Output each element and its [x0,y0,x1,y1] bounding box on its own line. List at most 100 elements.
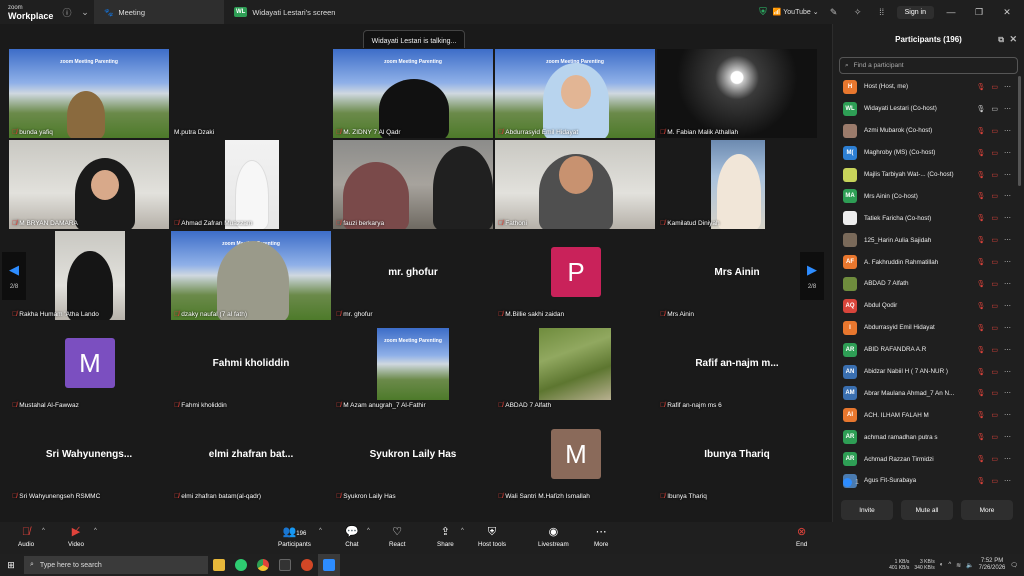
camera-off-icon[interactable]: ▭ [991,127,998,135]
video-tile[interactable]: mr. ghofur 🎙̸ mr. ghofur [332,230,494,321]
more-dots-icon[interactable]: ⋯ [1004,368,1011,376]
video-button[interactable]: ▶̸ Video [68,525,84,548]
mic-muted-icon[interactable]: 🎙 [976,389,985,397]
mic-muted-icon[interactable]: 🎙 [976,411,985,419]
video-tile[interactable]: 🎙̸ fauzi berkarya [332,139,494,230]
whatsapp-icon[interactable] [230,554,252,576]
video-tile[interactable]: Sri Wahyunengs... 🎙̸ Sri Wahyunengseh RSM… [8,412,170,503]
video-tile[interactable]: Rafif an-najm m... 🎙̸ Rafif an-najm ms 6 [656,321,818,412]
video-tile[interactable]: zoom Meeting Parenting 🎙̸ bunda yafiq [8,48,170,139]
participant-row[interactable]: AR Achmad Razzan Tirmidzi 🎙 ▭ ⋯ [833,448,1024,470]
more-dots-icon[interactable]: ⋯ [1004,455,1011,463]
livestream-button[interactable]: ◉ Livestream [538,525,569,548]
participant-row[interactable]: ABDAD 7 Alfath 🎙 ▭ ⋯ [833,273,1024,295]
youtube-menu[interactable]: 📶 YouTube ⌄ [773,8,819,16]
mic-muted-icon[interactable]: 🎙 [976,433,985,441]
camera-off-icon[interactable]: ▭ [991,214,998,222]
camera-off-icon[interactable]: ▭ [991,280,998,288]
more-toolbar-button[interactable]: ⋯ More [594,525,608,548]
chevron-down-icon[interactable]: ⌄ [76,3,94,21]
more-dots-icon[interactable]: ⋯ [1004,83,1011,91]
chat-button[interactable]: 💬 Chat [345,525,359,548]
participant-row[interactable]: AR achmad ramadhan putra s 🎙 ▭ ⋯ [833,426,1024,448]
more-dots-icon[interactable]: ⋯ [1004,433,1011,441]
camera-off-icon[interactable]: ▭ [991,346,998,354]
wand-icon[interactable]: ✎ [825,3,843,21]
more-dots-icon[interactable]: ⋯ [1004,258,1011,266]
mic-muted-icon[interactable]: 🎙 [976,149,985,157]
participants-button[interactable]: 👥196 Participants [278,525,311,548]
camera-off-icon[interactable]: ▭ [991,258,998,266]
video-tile[interactable]: 🎙̸ Ahmad Zafran Muazzam [170,139,332,230]
restore-icon[interactable]: ❐ [968,7,990,18]
camera-off-icon[interactable]: ▭ [991,302,998,310]
video-tile[interactable]: 🎙̸ ABDAD 7 Alfath [494,321,656,412]
participant-row[interactable]: AF A. Fakhruddin Rahmatillah 🎙 ▭ ⋯ [833,251,1024,273]
zoom-taskbar-icon[interactable] [318,554,340,576]
more-dots-icon[interactable]: ⋯ [1004,171,1011,179]
video-tile[interactable]: P 🎙̸ M.Billie sakhi zaidan [494,230,656,321]
more-dots-icon[interactable]: ⋯ [1004,280,1011,288]
next-page-button[interactable]: ▶ 2/8 [800,252,824,300]
video-tile[interactable]: 🎙̸ M. Fabian Malik Athallah [656,48,818,139]
video-tile[interactable]: 🎙̸ Fathoni [494,139,656,230]
video-tile[interactable]: zoom Meeting Parenting 🎙̸ Abdurrasyid Emi… [494,48,656,139]
participant-row[interactable]: Majlis Tarbiyah Wat-... (Co-host) 🎙 ▭ ⋯ [833,164,1024,186]
mic-muted-icon[interactable]: 🎙 [976,324,985,332]
participant-search-input[interactable]: ⌕ Find a participant [839,57,1018,74]
audio-options-caret[interactable]: ^ [42,528,45,534]
camera-off-icon[interactable]: ▭ [991,455,998,463]
mic-muted-icon[interactable]: 🎙 [976,346,985,354]
info-icon[interactable]: ⓘ [58,3,76,21]
camera-off-icon[interactable]: ▭ [991,477,998,485]
mic-icon[interactable]: 🎙 [976,105,985,113]
notifications-icon[interactable]: 🗨 [1010,562,1018,569]
video-tile[interactable]: elmi zhafran bat... 🎙̸ elmi zhafran batam… [170,412,332,503]
participant-row[interactable]: I Abdurrasyid Emil Hidayat 🎙 ▭ ⋯ [833,317,1024,339]
mic-muted-icon[interactable]: 🎙 [976,214,985,222]
video-tile[interactable]: 🎙̸ M BRYAN DAMARA [8,139,170,230]
more-dots-icon[interactable]: ⋯ [1004,192,1011,200]
video-tile[interactable]: Ibunya Thariq 🎙̸ Ibunya Thariq [656,412,818,503]
participant-row[interactable]: Agus Fit-Surabaya 🎙 ▭ ⋯ [833,470,1024,492]
volume-icon[interactable]: 🔈 [966,562,973,569]
participant-row[interactable]: Tatiek Faricha (Co-host) 🎙 ▭ ⋯ [833,207,1024,229]
invite-button[interactable]: Invite [841,500,893,520]
host-tools-button[interactable]: ⛨ Host tools [478,525,506,548]
mic-muted-icon[interactable]: 🎙 [976,368,985,376]
video-tile[interactable]: 🎙̸ Kamilatud Diniyah [656,139,818,230]
participant-row[interactable]: AQ Abdul Qodir 🎙 ▭ ⋯ [833,295,1024,317]
camera-off-icon[interactable]: ▭ [991,192,998,200]
participant-row[interactable]: H Host (Host, me) 🎙 ▭ ⋯ [833,76,1024,98]
chat-caret[interactable]: ^ [367,528,370,534]
previous-page-button[interactable]: ◀ 2/8 [2,252,26,300]
close-panel-icon[interactable]: ✕ [1009,34,1017,45]
camera-off-icon[interactable]: ▭ [991,83,998,91]
participant-row[interactable]: AI ACH. ILHAM FALAH M 🎙 ▭ ⋯ [833,404,1024,426]
camera-off-icon[interactable]: ▭ [991,149,998,157]
more-dots-icon[interactable]: ⋯ [1004,302,1011,310]
participant-row[interactable]: 125_Harin Aulia Sajidah 🎙 ▭ ⋯ [833,229,1024,251]
wifi-icon[interactable]: ≋ [956,562,961,569]
scrollbar[interactable] [1018,76,1021,186]
mic-muted-icon[interactable]: 🎙 [976,171,985,179]
more-dots-icon[interactable]: ⋯ [1004,105,1011,113]
more-dots-icon[interactable]: ⋯ [1004,127,1011,135]
sparkle-icon[interactable]: ✧ [849,3,867,21]
apps-icon[interactable]: ⁞⁞ [873,3,891,21]
more-dots-icon[interactable]: ⋯ [1004,236,1011,244]
camera-off-icon[interactable]: ▭ [991,236,998,244]
camera-off-icon[interactable]: ▭ [991,368,998,376]
close-icon[interactable]: ✕ [996,7,1018,18]
video-tile[interactable]: zoom Meeting Parenting 🎙̸dzaky naufal (7… [170,230,332,321]
mic-muted-icon[interactable]: 🎙 [976,477,985,485]
video-tile[interactable]: Syukron Laily Has 🎙̸ Syukron Laily Has [332,412,494,503]
video-tile[interactable]: M 🎙̸ Mustahal Al-Fawwaz [8,321,170,412]
more-dots-icon[interactable]: ⋯ [1004,477,1011,485]
video-tile[interactable]: Fahmi kholiddin 🎙̸ Fahmi kholiddin [170,321,332,412]
camera-off-icon[interactable]: ▭ [991,411,998,419]
mic-muted-icon[interactable]: 🎙 [976,127,985,135]
camera-off-icon[interactable]: ▭ [991,171,998,179]
participants-caret[interactable]: ^ [319,528,322,534]
more-dots-icon[interactable]: ⋯ [1004,411,1011,419]
